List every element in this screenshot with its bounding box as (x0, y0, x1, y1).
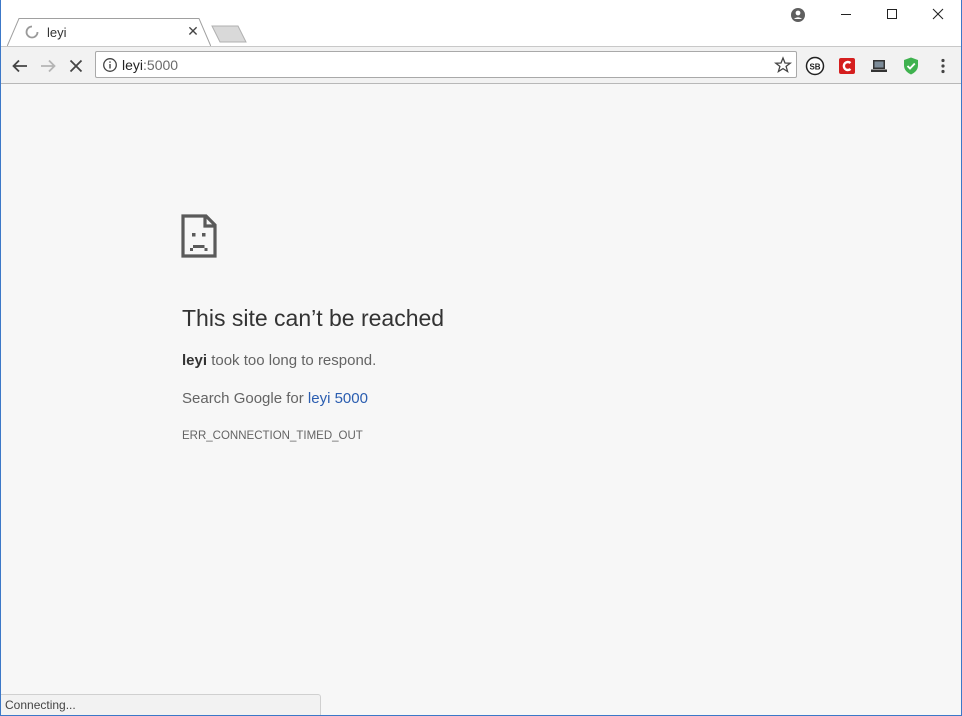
tab-leyi[interactable]: leyi ✕ (7, 18, 211, 47)
svg-text:SB: SB (809, 63, 820, 72)
search-suggestion: Search Google for leyi 5000 (182, 390, 368, 407)
error-message: leyi took too long to respond. (182, 352, 376, 369)
search-google-link[interactable]: leyi 5000 (308, 390, 368, 407)
new-tab-button[interactable] (211, 25, 247, 43)
error-code: ERR_CONNECTION_TIMED_OUT (182, 430, 363, 442)
sb-extension-icon[interactable]: SB (805, 56, 825, 76)
tab-close-icon[interactable]: ✕ (185, 23, 201, 39)
profile-icon[interactable] (789, 6, 807, 24)
address-host: leyi (122, 57, 144, 73)
tab-title: leyi (47, 25, 67, 40)
maximize-button[interactable] (869, 0, 915, 28)
forward-button[interactable] (37, 55, 59, 77)
bookmark-star-icon[interactable] (774, 56, 792, 74)
minimize-icon (841, 14, 851, 15)
page-content: This site can’t be reached leyi took too… (1, 84, 961, 715)
laptop-extension-icon[interactable] (869, 56, 889, 76)
minimize-button[interactable] (823, 0, 869, 28)
maximize-icon (887, 9, 897, 19)
toolbar: leyi:5000 SB (1, 46, 961, 84)
address-text[interactable]: leyi:5000 (122, 57, 178, 73)
close-window-button[interactable] (915, 0, 961, 28)
menu-kebab-icon[interactable] (933, 56, 953, 76)
error-message-text: took too long to respond. (207, 352, 377, 369)
window-controls (823, 0, 961, 30)
c-extension-icon[interactable] (837, 56, 857, 76)
search-prefix: Search Google for (182, 390, 308, 407)
address-port: :5000 (143, 57, 179, 73)
shield-extension-icon[interactable] (901, 56, 921, 76)
error-host: leyi (182, 352, 208, 369)
tab-strip: leyi ✕ (1, 0, 961, 47)
forward-arrow-icon (41, 59, 56, 73)
error-title: This site can’t be reached (182, 305, 445, 331)
address-bar[interactable]: leyi:5000 (95, 51, 797, 78)
stop-button[interactable] (65, 55, 87, 77)
status-bubble: Connecting... (1, 694, 321, 715)
stop-x-icon (69, 59, 83, 73)
sad-document-icon (181, 214, 217, 258)
info-icon[interactable] (102, 57, 118, 73)
back-button[interactable] (9, 55, 31, 77)
loading-spinner-icon (25, 25, 39, 39)
close-icon (932, 8, 944, 20)
browser-window: leyi ✕ leyi:5000 SB This site can’t be r… (0, 0, 962, 716)
back-arrow-icon (12, 59, 27, 73)
